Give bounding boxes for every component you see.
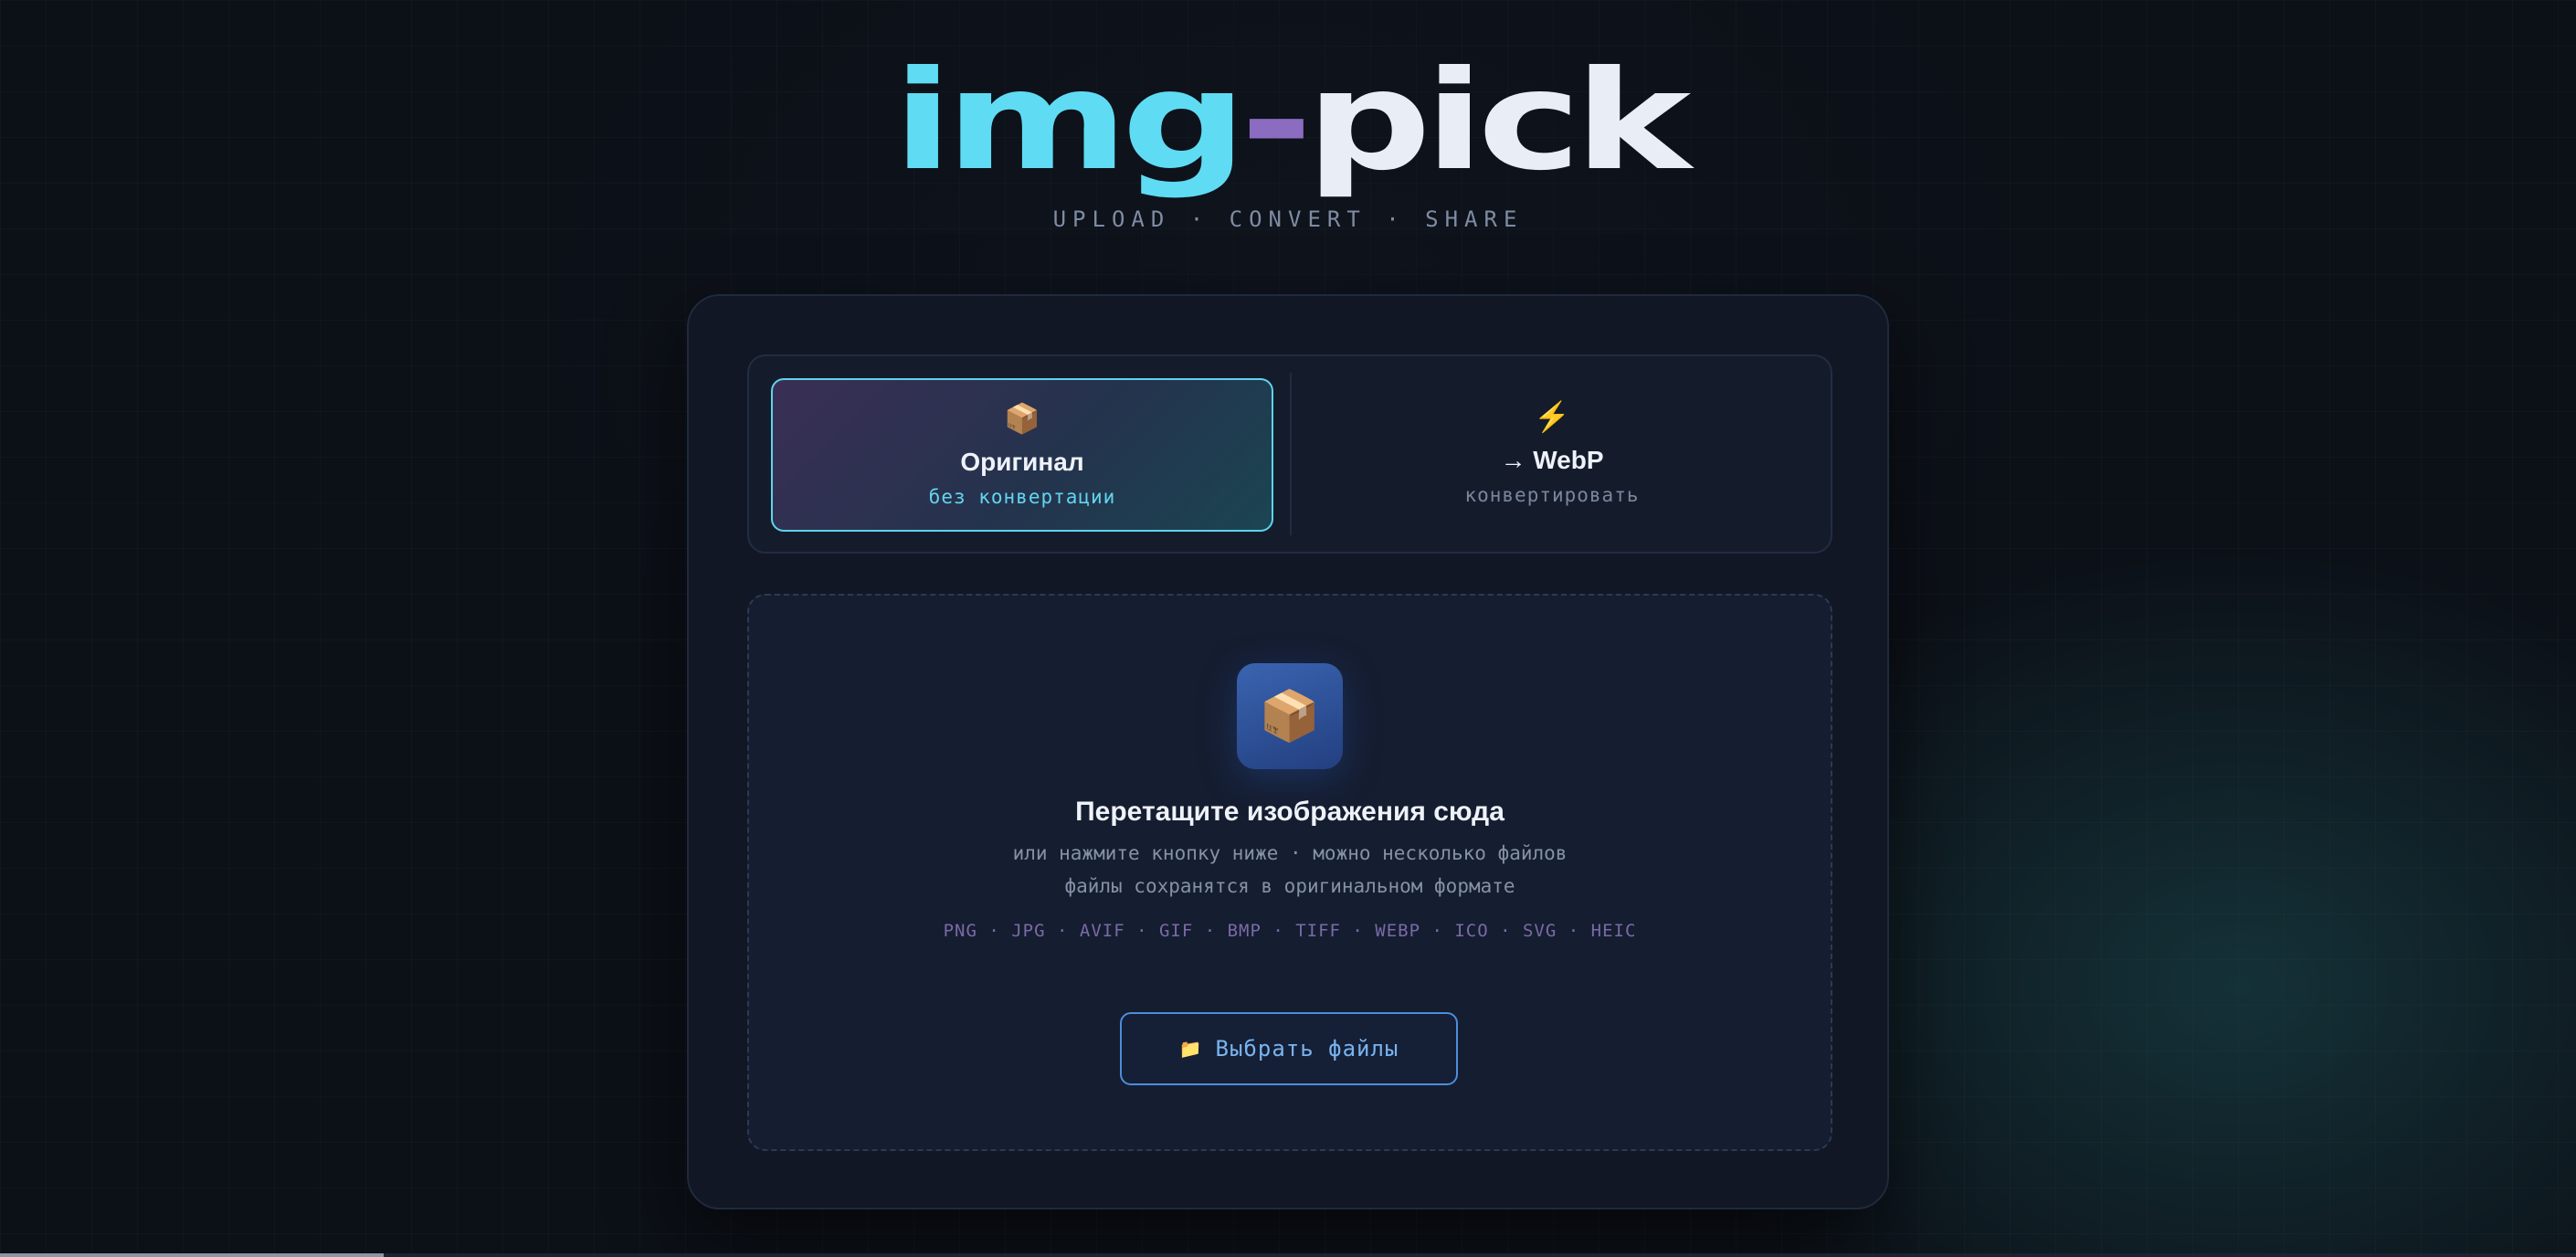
app-logo: img-pick: [892, 53, 1691, 190]
choose-files-button[interactable]: 📁 Выбрать файлы: [1120, 1012, 1458, 1085]
mode-original-title: Оригинал: [960, 448, 1084, 476]
file-dropzone[interactable]: 📦 Перетащите изображения сюда или нажмит…: [747, 594, 1832, 1151]
logo-dash: -: [1240, 42, 1313, 201]
bottom-strip-segment: [0, 1253, 384, 1257]
logo-part-pick: pick: [1305, 42, 1691, 201]
dropzone-hint: или нажмите кнопку ниже · можно нескольк…: [1012, 842, 1568, 864]
mode-webp-option[interactable]: ⚡ → WebP конвертировать: [1301, 378, 1803, 532]
logo-part-img: img: [892, 42, 1247, 201]
package-icon: 📦: [1004, 402, 1040, 435]
mode-webp-subtitle: конвертировать: [1464, 484, 1640, 506]
dropzone-format-note: файлы сохранятся в оригинальном формате: [1064, 875, 1515, 897]
upload-card: 📦 Оригинал без конвертации ⚡ → WebP конв…: [687, 294, 1889, 1209]
mode-original-subtitle: без конвертации: [928, 486, 1116, 508]
mode-selector: 📦 Оригинал без конвертации ⚡ → WebP конв…: [747, 354, 1832, 554]
folder-icon: 📁: [1178, 1038, 1203, 1060]
package-icon: 📦: [1237, 663, 1343, 769]
choose-files-label: Выбрать файлы: [1215, 1036, 1399, 1062]
dropzone-title: Перетащите изображения сюда: [1075, 797, 1504, 827]
lightning-icon: ⚡: [1534, 400, 1570, 433]
header: img-pick UPLOAD · CONVERT · SHARE: [0, 53, 2576, 232]
mode-divider: [1290, 373, 1292, 535]
bottom-strip: [0, 1253, 2576, 1257]
tagline: UPLOAD · CONVERT · SHARE: [1052, 206, 1524, 232]
mode-original-option[interactable]: 📦 Оригинал без конвертации: [771, 378, 1273, 532]
mode-webp-title: → WebP: [1500, 446, 1604, 474]
supported-formats: PNG · JPG · AVIF · GIF · BMP · TIFF · WE…: [943, 921, 1637, 941]
